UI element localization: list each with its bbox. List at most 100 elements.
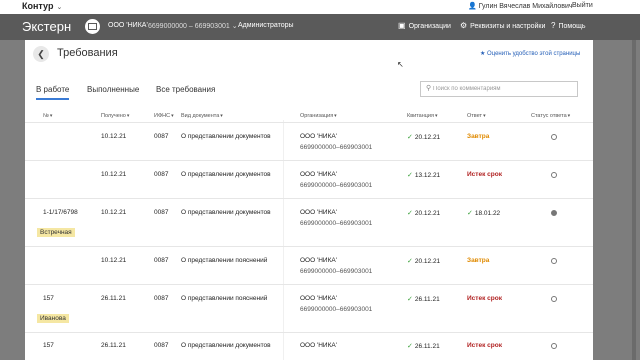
- ifns-cell: 0087: [154, 133, 169, 140]
- col-ifns[interactable]: ИФНС▾: [154, 113, 174, 119]
- back-button[interactable]: ❮: [33, 46, 49, 62]
- logout-link[interactable]: Выйти: [572, 2, 593, 9]
- doc-cell: О представлении документов: [181, 209, 271, 216]
- organizations-button[interactable]: ▣ Организации: [398, 21, 451, 30]
- ifns-cell: 0087: [154, 342, 169, 349]
- number-cell: 157: [43, 342, 54, 349]
- org-cell: ООО 'НИКА': [300, 133, 337, 140]
- org-name[interactable]: ООО 'НИКА': [108, 22, 148, 29]
- tab-completed[interactable]: Выполненные: [87, 85, 139, 94]
- inn-cell: 6699000000–669903001: [300, 182, 373, 189]
- check-icon: ✓: [407, 210, 413, 217]
- received-cell: 10.12.21: [101, 133, 127, 140]
- inn-cell: 6699000000–669903001: [300, 220, 373, 227]
- number-cell: 1-1/17/6798: [43, 209, 78, 216]
- col-answer[interactable]: Ответ▾: [467, 113, 486, 119]
- answer-cell: Истек срок: [467, 342, 502, 349]
- receipt-cell: ✓ 20.12.21: [407, 134, 441, 141]
- requirements-card: ❮ Требования ★ Оценить удобство этой стр…: [25, 40, 593, 360]
- col-received[interactable]: Получено▾: [101, 113, 129, 119]
- col-answer-status[interactable]: Статус ответа▾: [531, 113, 570, 119]
- mouse-cursor-icon: ↖: [397, 60, 404, 69]
- receipt-cell: ✓ 26.11.21: [407, 343, 440, 350]
- col-number[interactable]: №▾: [43, 113, 52, 119]
- check-icon: ✓: [407, 343, 413, 350]
- status-empty-icon: [551, 258, 557, 264]
- answer-cell: Завтра: [467, 257, 490, 264]
- answer-cell: ✓ 18.01.22: [467, 210, 501, 217]
- org-cell: ООО 'НИКА': [300, 171, 337, 178]
- org-cell: ООО 'НИКА': [300, 342, 337, 349]
- table-row[interactable]: 157 26.11.21 0087 О представлении поясне…: [25, 284, 593, 332]
- inn-cell: 6699000000–669903001: [300, 144, 373, 151]
- search-input[interactable]: [433, 84, 573, 94]
- org-inn-selector[interactable]: 6699000000 – 669903001 ⌄: [148, 22, 238, 30]
- tag-badge[interactable]: Встречная: [37, 228, 75, 237]
- briefcase-icon: ▣: [398, 21, 406, 30]
- settings-button[interactable]: ⚙ Реквизиты и настройки: [460, 21, 545, 30]
- inn-cell: 6699000000–669903001: [300, 268, 373, 275]
- col-doc-type[interactable]: Вид документа▾: [181, 113, 223, 119]
- doc-cell: О представлении документов: [181, 171, 271, 178]
- receipt-cell: ✓ 13.12.21: [407, 172, 441, 179]
- org-cell: ООО 'НИКА': [300, 257, 337, 264]
- table-row[interactable]: 10.12.21 0087 О представлении документов…: [25, 160, 593, 198]
- page-scrollbar[interactable]: [632, 40, 636, 360]
- status-filled-icon: [551, 210, 557, 216]
- tab-in-progress[interactable]: В работе: [36, 85, 70, 100]
- doc-cell: О представлении пояснений: [181, 295, 268, 302]
- inn-cell: 6699000000–669903001: [300, 306, 373, 313]
- status-empty-icon: [551, 343, 557, 349]
- chevron-down-icon: ⌄: [56, 4, 63, 11]
- received-cell: 10.12.21: [101, 209, 127, 216]
- search-icon: ⚲: [426, 85, 432, 92]
- organization-icon: [85, 19, 100, 34]
- gear-icon: ⚙: [460, 21, 468, 30]
- doc-cell: О представлении документов: [181, 342, 271, 349]
- user-menu[interactable]: 👤 Гулин Вячеслав Михайлович: [468, 2, 573, 10]
- doc-cell: О представлении документов: [181, 133, 271, 140]
- ifns-cell: 0087: [154, 171, 169, 178]
- number-cell: 157: [43, 295, 54, 302]
- answer-cell: Истек срок: [467, 295, 502, 302]
- help-button[interactable]: ? Помощь: [551, 21, 586, 30]
- help-icon: ?: [551, 21, 556, 30]
- received-cell: 10.12.21: [101, 257, 127, 264]
- user-icon: 👤: [468, 3, 477, 10]
- top-bar: Контур ⌄ 👤 Гулин Вячеслав Михайлович Выйти: [0, 0, 640, 14]
- org-cell: ООО 'НИКА': [300, 209, 337, 216]
- search-box[interactable]: ⚲: [420, 81, 578, 97]
- receipt-cell: ✓ 26.11.21: [407, 296, 440, 303]
- tag-badge[interactable]: Иванова: [37, 314, 69, 323]
- tab-all[interactable]: Все требования: [156, 85, 215, 94]
- col-receipt[interactable]: Квитанция▾: [407, 113, 437, 119]
- ifns-cell: 0087: [154, 209, 169, 216]
- received-cell: 26.11.21: [101, 342, 126, 349]
- table-row[interactable]: 10.12.21 0087 О представлении документов…: [25, 122, 593, 160]
- rate-page-link[interactable]: ★ Оценить удобство этой страницы: [480, 50, 580, 57]
- check-icon: ✓: [407, 258, 413, 265]
- table-row[interactable]: 157 26.11.21 0087 О представлении докуме…: [25, 332, 593, 360]
- ifns-cell: 0087: [154, 295, 169, 302]
- table-row[interactable]: 10.12.21 0087 О представлении пояснений …: [25, 246, 593, 284]
- page-title: Требования: [57, 47, 118, 59]
- status-empty-icon: [551, 296, 557, 302]
- col-organization[interactable]: Организация▾: [300, 113, 337, 119]
- brand-menu[interactable]: Контур ⌄: [22, 1, 62, 11]
- table-row[interactable]: 1-1/17/6798 10.12.21 0087 О представлени…: [25, 198, 593, 246]
- check-icon: ✓: [407, 172, 413, 179]
- arrow-left-icon: ❮: [37, 49, 45, 59]
- status-empty-icon: [551, 172, 557, 178]
- answer-cell: Истек срок: [467, 171, 502, 178]
- check-icon: ✓: [407, 134, 413, 141]
- ifns-cell: 0087: [154, 257, 169, 264]
- user-name: Гулин Вячеслав Михайлович: [478, 3, 573, 10]
- app-title: Экстерн: [22, 19, 72, 34]
- org-role: Администраторы: [238, 22, 294, 29]
- status-empty-icon: [551, 134, 557, 140]
- receipt-cell: ✓ 20.12.21: [407, 210, 441, 217]
- receipt-cell: ✓ 20.12.21: [407, 258, 441, 265]
- check-icon: ✓: [467, 210, 473, 217]
- check-icon: ✓: [407, 296, 413, 303]
- app-header: Экстерн ООО 'НИКА' 6699000000 – 66990300…: [0, 14, 640, 40]
